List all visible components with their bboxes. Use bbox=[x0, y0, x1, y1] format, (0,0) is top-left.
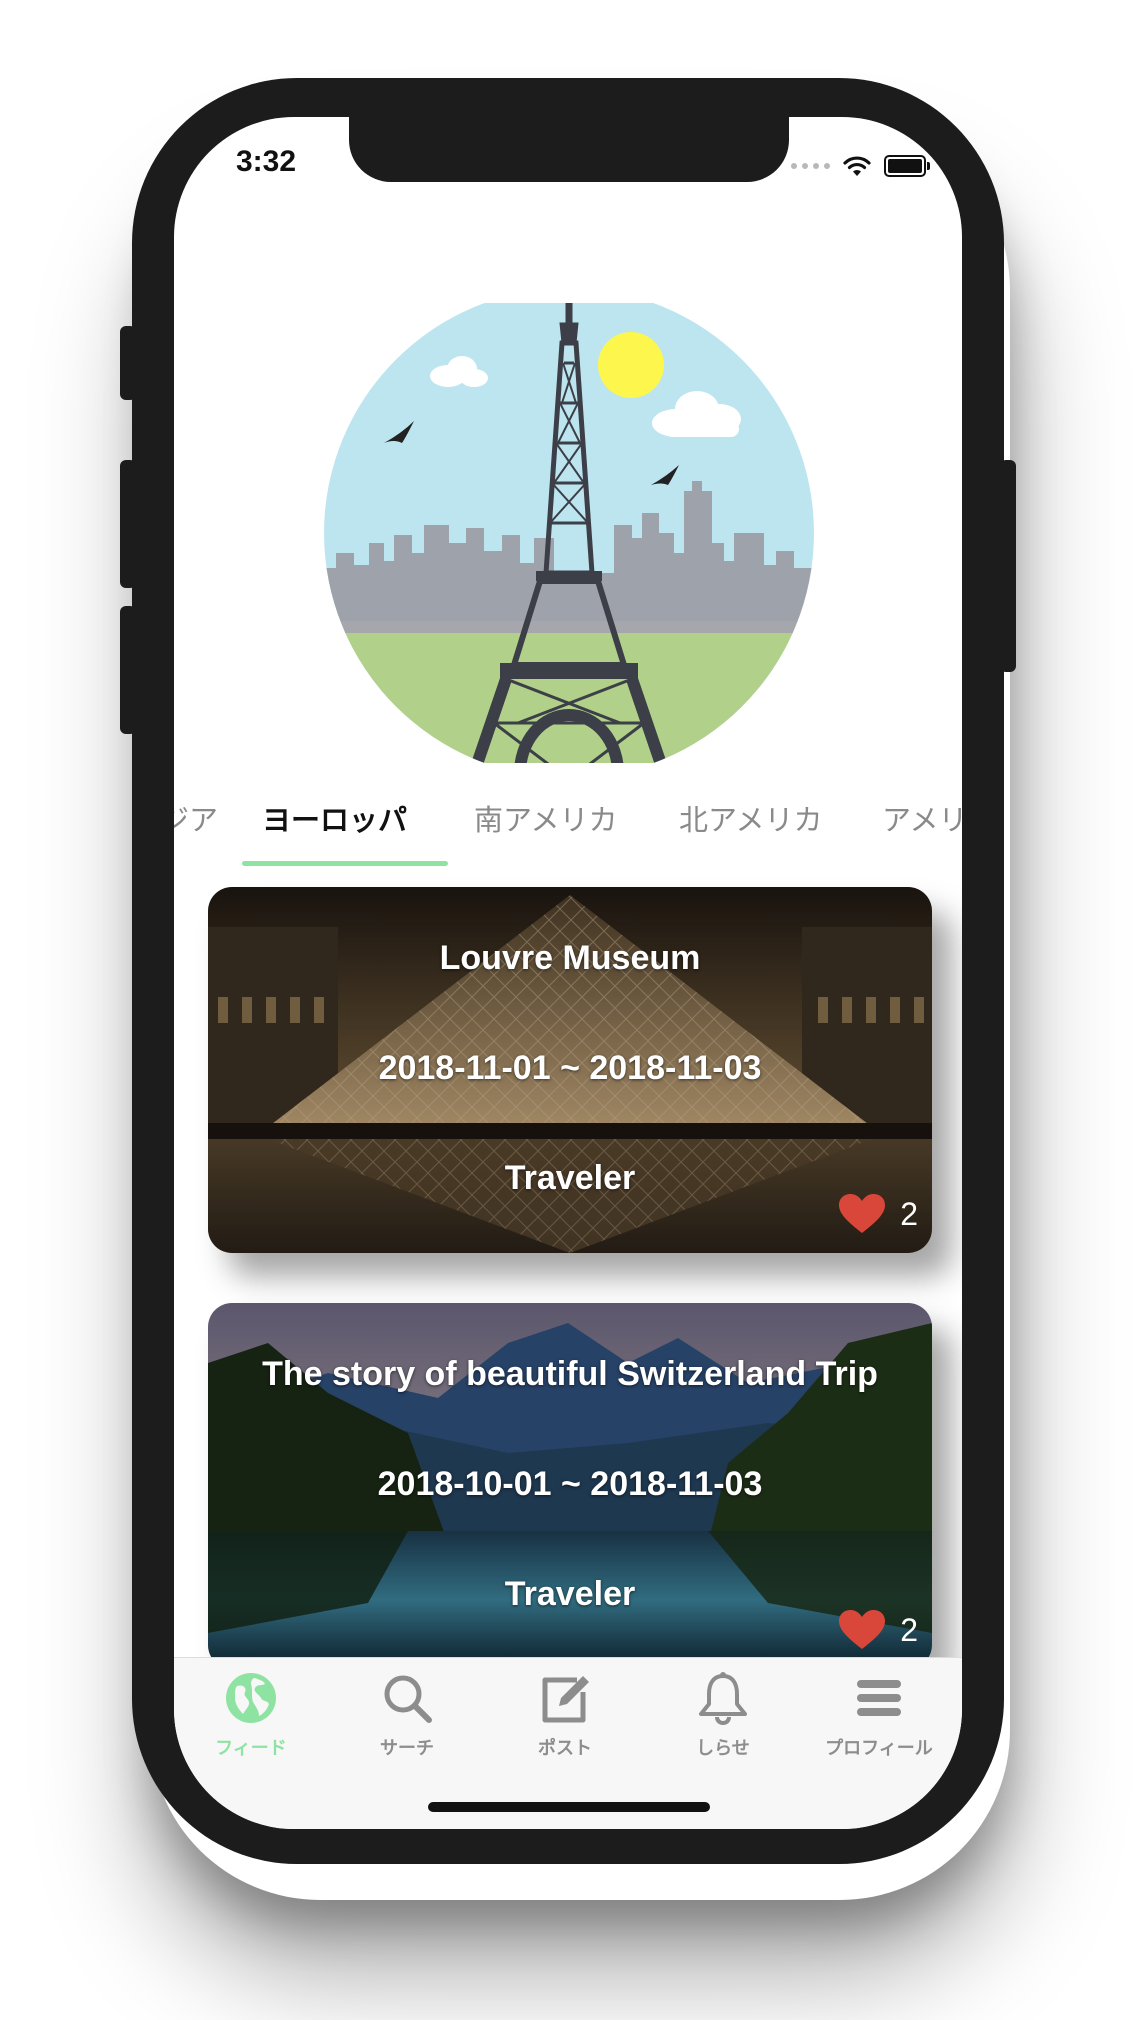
status-indicators bbox=[791, 155, 930, 177]
cellular-signal-icon bbox=[791, 163, 830, 169]
post-dates: 2018-11-01 ~ 2018-11-03 bbox=[378, 1049, 762, 1087]
like-count: 2 bbox=[900, 1195, 918, 1232]
tab-search[interactable]: サーチ bbox=[332, 1670, 482, 1760]
volume-down-button bbox=[120, 606, 136, 734]
tab-europe[interactable]: ヨーロッパ bbox=[262, 797, 407, 839]
tab-feed[interactable]: フィード bbox=[176, 1670, 326, 1760]
tab-label: プロフィール bbox=[825, 1738, 933, 1759]
battery-icon bbox=[884, 155, 930, 177]
like-count: 2 bbox=[900, 1611, 918, 1648]
post-author: Traveler bbox=[504, 1575, 636, 1613]
tab-label: サーチ bbox=[380, 1738, 434, 1759]
tab-label: ポスト bbox=[538, 1738, 592, 1759]
tab-label: フィード bbox=[215, 1738, 287, 1759]
region-tabs: ジア ヨーロッパ 南アメリカ 北アメリカ アメリ bbox=[174, 787, 962, 867]
post-dates: 2018-10-01 ~ 2018-11-03 bbox=[377, 1465, 763, 1503]
heart-icon[interactable] bbox=[838, 1193, 886, 1235]
volume-up-button bbox=[120, 460, 136, 588]
tab-label: しらせ bbox=[696, 1738, 750, 1759]
post-title: The story of beautiful Switzerland Trip bbox=[262, 1355, 878, 1393]
app-screen: 3:32 ジア ヨーロッパ 南アメリカ 北アメリカ アメリ Louvre Mus… bbox=[174, 117, 962, 1829]
eiffel-tower-illustration bbox=[324, 303, 814, 763]
wifi-icon bbox=[843, 156, 871, 176]
tab-america[interactable]: アメリ bbox=[882, 797, 962, 839]
post-card[interactable]: The story of beautiful Switzerland Trip … bbox=[208, 1303, 932, 1669]
post-author: Traveler bbox=[504, 1159, 636, 1197]
status-time: 3:32 bbox=[236, 145, 297, 178]
search-icon bbox=[384, 1675, 432, 1723]
tab-post[interactable]: ポスト bbox=[490, 1670, 640, 1760]
device-notch bbox=[349, 117, 789, 182]
post-card[interactable]: Louvre Museum 2018-11-01 ~ 2018-11-03 Tr… bbox=[208, 887, 932, 1253]
tab-profile[interactable]: プロフィール bbox=[804, 1670, 954, 1760]
bell-icon bbox=[699, 1672, 747, 1726]
home-indicator bbox=[428, 1802, 710, 1812]
post-title: Louvre Museum bbox=[439, 939, 701, 977]
active-tab-indicator bbox=[242, 861, 448, 866]
menu-icon bbox=[857, 1680, 901, 1716]
like-counter: 2 bbox=[838, 1193, 918, 1235]
edit-icon bbox=[542, 1676, 589, 1723]
tab-asia[interactable]: ジア bbox=[174, 797, 218, 839]
heart-icon[interactable] bbox=[838, 1609, 886, 1651]
tab-south-america[interactable]: 南アメリカ bbox=[474, 797, 618, 839]
globe-icon bbox=[226, 1673, 276, 1723]
tab-notifications[interactable]: しらせ bbox=[648, 1670, 798, 1760]
power-button bbox=[1000, 460, 1016, 672]
mute-switch bbox=[120, 326, 136, 400]
like-counter: 2 bbox=[838, 1609, 918, 1651]
tab-north-america[interactable]: 北アメリカ bbox=[679, 797, 823, 839]
